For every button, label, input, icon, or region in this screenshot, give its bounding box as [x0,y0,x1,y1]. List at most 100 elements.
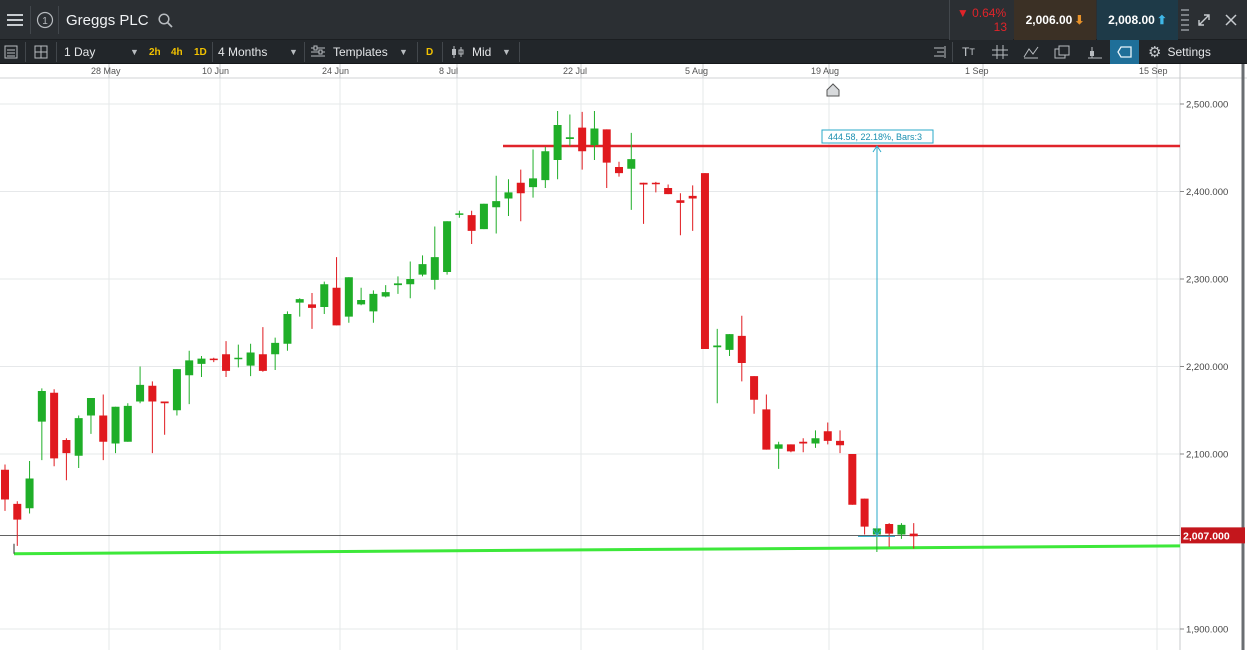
templates-icon [310,40,326,64]
interval-2h-button[interactable]: 2h [149,40,161,64]
candle-body [234,357,243,360]
candle-body [283,314,292,344]
candle-body [565,137,574,139]
candle-body [492,201,501,208]
instrument-title[interactable]: Greggs PLC [66,0,149,40]
layout-icon[interactable] [34,40,48,64]
candle-body [651,182,660,185]
d-button[interactable]: D [426,40,433,64]
templates-label: Templates [333,45,388,59]
x-tick-label: 8 Jul [439,66,458,76]
buy-price-button[interactable]: 2,008.00 ⬆ [1097,0,1178,40]
settings-button[interactable]: ⚙ Settings [1148,40,1211,64]
y-tick-label: 2,100.000 [1186,450,1228,461]
x-tick-label: 28 May [91,66,121,76]
candle-body [885,524,894,534]
range-select[interactable]: 4 Months ▼ [218,40,302,64]
candle-body [479,203,488,230]
candle-body [676,200,685,203]
candle-body [271,342,280,355]
candle-body [332,287,341,326]
candle-body [393,283,402,286]
grid [0,78,1180,650]
x-axis-band [0,64,1247,78]
candle-body [381,292,390,297]
chevron-down-icon: ▼ [502,47,511,57]
search-icon[interactable] [156,0,174,40]
drawn-lines[interactable] [0,144,1181,556]
measure-label: 444.58, 22.18%, Bars:3 [828,132,922,142]
candle-body [700,173,709,349]
candle-body [516,182,525,194]
candle-body [823,431,832,441]
price-chart[interactable]: 28 May 10 Jun 24 Jun 8 Jul 22 Jul 5 Aug 19 Aug… [0,64,1247,650]
interval-1d-button[interactable]: 1D [194,40,207,64]
x-tick-label: 5 Aug [685,66,708,76]
indicators-icon[interactable] [1023,40,1039,64]
candle-body [529,178,538,188]
candle-body [295,299,304,303]
close-icon[interactable] [1218,0,1244,40]
grid-icon[interactable] [992,40,1008,64]
chevron-down-icon: ▼ [130,47,139,57]
sell-price: 2,006.00 [1025,13,1073,27]
templates-select[interactable]: Templates ▼ [333,40,415,64]
sell-price-button[interactable]: 2,006.00 ⬇ [1014,0,1096,40]
divider [417,42,418,62]
x-tick-label: 24 Jun [322,66,349,76]
drawing-tool-icon[interactable] [1110,40,1139,64]
expand-icon[interactable] [1193,0,1215,40]
change-pct: 0.64% [972,6,1007,20]
info-icon[interactable]: 1 [31,0,58,40]
y-tick-label: 1,900.000 [1186,625,1228,636]
down-triangle-icon: ▼ [956,6,969,20]
chart-canvas[interactable]: 28 May 10 Jun 24 Jun 8 Jul 22 Jul 5 Aug 19 Aug… [0,64,1247,650]
windows-icon[interactable] [1054,40,1070,64]
candle-body [418,264,427,275]
change-indicator: ▼ 0.64% 13 [949,0,1013,40]
candlestick-icon [450,40,466,64]
chart-type-icon[interactable] [1087,40,1103,64]
measure-tool[interactable]: 444.58, 22.18%, Bars:3 [821,83,934,537]
price-type-label: Mid [472,45,492,59]
interval-4h-button[interactable]: 4h [171,40,183,64]
divider [25,42,26,62]
candle-body [209,358,218,361]
drag-handle-icon[interactable] [1178,0,1192,40]
last-price-label: 2,007.000 [1183,530,1230,542]
candle-body [578,127,587,152]
candle-body [62,440,71,454]
candle-body [37,391,46,422]
candle-body [750,376,759,400]
price-type-select[interactable]: Mid ▼ [472,40,517,64]
candle-body [1,469,9,500]
candle-body [774,444,783,449]
candle-body [50,392,59,459]
chevron-down-icon: ▼ [399,47,408,57]
text-tool-icon[interactable]: TT [962,40,975,64]
candle-body [172,369,181,411]
divider [56,42,57,62]
candle-body [504,192,513,199]
x-tick-label: 10 Jun [202,66,229,76]
menu-icon[interactable] [0,0,30,40]
candle-body [357,300,366,305]
candle-body [308,304,316,308]
candle-body [25,478,34,509]
divider [58,6,59,34]
candle-body [222,354,231,371]
y-axis: 2,500.000 2,400.000 2,300.000 2,200.000 2,10… [1179,64,1245,650]
interval-select[interactable]: 1 Day ▼ [64,40,144,64]
x-tick-label: 22 Jul [563,66,587,76]
candle-body [86,398,95,416]
align-right-icon[interactable] [930,40,946,64]
candle-body [688,195,697,199]
candle-body [860,498,869,527]
range-label: 4 Months [218,45,268,59]
up-arrow-icon: ⬆ [1156,13,1167,27]
change-value: 13 [993,20,1007,34]
y-tick-label: 2,200.000 [1186,362,1228,373]
list-icon[interactable] [4,40,18,64]
candle-body [627,159,636,169]
interval-label: 1 Day [64,45,96,59]
